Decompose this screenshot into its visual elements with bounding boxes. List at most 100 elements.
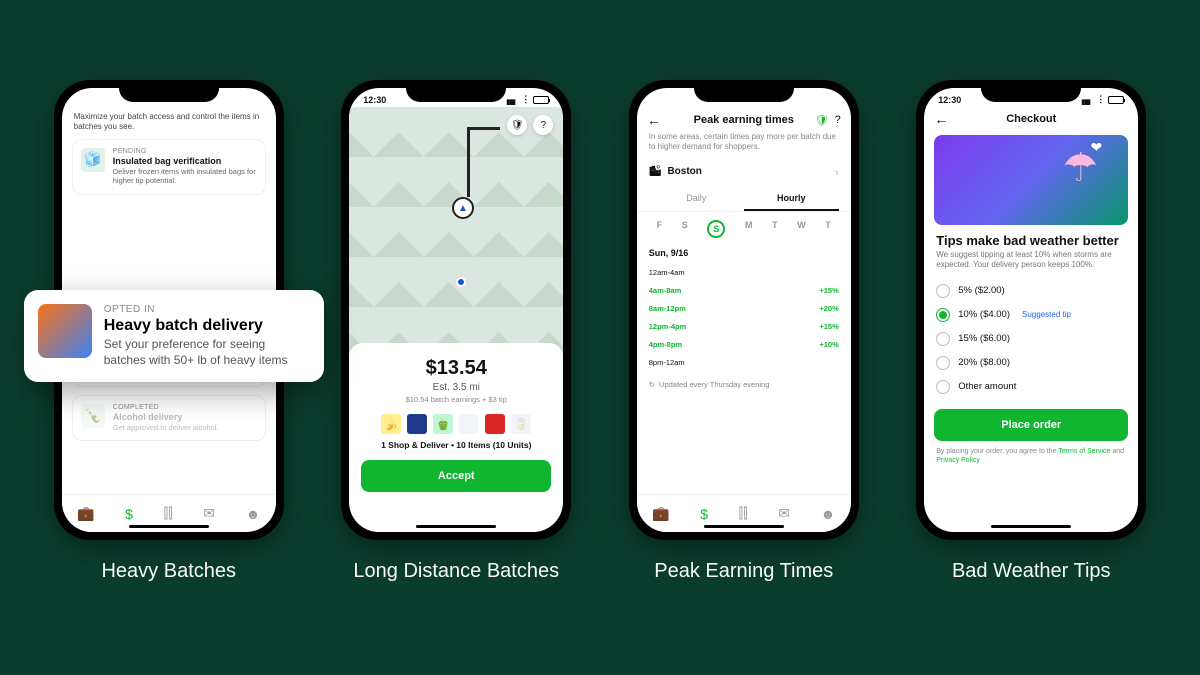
radio-icon bbox=[936, 308, 950, 322]
slots-list: 12am-4am 4am-8am +15% 8am-12pm +20% bbox=[637, 264, 851, 372]
day-f[interactable]: F bbox=[657, 220, 663, 238]
tip-label: 5% ($2.00) bbox=[958, 285, 1004, 296]
shield-icon[interactable]: 🛡 bbox=[815, 114, 829, 127]
nav-dollar-icon[interactable]: $ bbox=[125, 506, 133, 522]
floating-heavy-batch-card[interactable]: OPTED IN Heavy batch delivery Set your p… bbox=[24, 290, 324, 382]
tip-option-5[interactable]: 5% ($2.00) bbox=[924, 279, 1138, 303]
status-time: 12:30 bbox=[938, 95, 961, 105]
batch-items-row: 🍌 🫑 🥛 bbox=[359, 414, 553, 434]
tip-option-15[interactable]: 15% ($6.00) bbox=[924, 327, 1138, 351]
card-desc: Get approved to deliver alcohol. bbox=[113, 423, 219, 432]
nav-profile-icon[interactable]: ☻ bbox=[246, 506, 261, 522]
day-s[interactable]: S bbox=[682, 220, 688, 238]
slot-pct: +10% bbox=[809, 340, 839, 349]
city-icon: 🏙 bbox=[649, 166, 662, 177]
nav-mail-icon[interactable]: ✉ bbox=[778, 505, 790, 522]
day-s-selected[interactable]: S bbox=[707, 220, 725, 238]
nav-briefcase-icon[interactable]: 💼 bbox=[652, 505, 669, 522]
tip-option-20[interactable]: 20% ($8.00) bbox=[924, 351, 1138, 375]
screen-peak-earning: ← Peak earning times 🛡 ? In some areas, … bbox=[637, 88, 851, 532]
home-indicator bbox=[991, 525, 1071, 528]
card-tag: PENDING bbox=[113, 148, 257, 155]
alcohol-icon: 🍾 bbox=[81, 404, 105, 428]
wifi-icon: ⋮ bbox=[1096, 94, 1105, 105]
tip-option-other[interactable]: Other amount bbox=[924, 375, 1138, 399]
phone-label: Heavy Batches bbox=[101, 560, 236, 583]
tabs: Daily Hourly bbox=[637, 187, 851, 212]
batch-distance: Est. 3.5 mi bbox=[359, 382, 553, 393]
nav-dollar-icon[interactable]: $ bbox=[700, 506, 708, 522]
wifi-icon: ⋮ bbox=[521, 94, 530, 105]
refresh-icon: ↻ bbox=[649, 380, 655, 389]
item-thumb bbox=[407, 414, 427, 434]
day-t[interactable]: T bbox=[825, 220, 831, 238]
radio-icon bbox=[936, 356, 950, 370]
slot-row: 8am-12pm +20% bbox=[637, 300, 851, 318]
location-dot-icon bbox=[456, 277, 466, 287]
accept-button[interactable]: Accept bbox=[361, 460, 551, 492]
slot-row: 4pm-8pm +10% bbox=[637, 336, 851, 354]
help-icon[interactable]: ? bbox=[533, 115, 553, 135]
back-icon[interactable]: ← bbox=[934, 111, 948, 127]
screen-long-distance: 12:30 ⋮ 🛡 ? ▲ bbox=[349, 88, 563, 532]
back-icon[interactable]: ← bbox=[647, 112, 661, 128]
item-thumb: 🍌 bbox=[381, 414, 401, 434]
home-indicator bbox=[416, 525, 496, 528]
city-selector[interactable]: 🏙Boston › bbox=[637, 161, 851, 187]
phone-bad-weather: 12:30 ⋮ ← Checkout Tips make bad weather… bbox=[916, 80, 1146, 583]
help-icon[interactable]: ? bbox=[835, 114, 841, 127]
nav-briefcase-icon[interactable]: 💼 bbox=[77, 505, 94, 522]
phones-row: Maximize your batch access and control t… bbox=[0, 0, 1200, 583]
slot-label: 12pm-4pm bbox=[649, 322, 695, 331]
floating-tag: OPTED IN bbox=[104, 304, 310, 315]
day-t[interactable]: T bbox=[772, 220, 778, 238]
card-title: Alcohol delivery bbox=[113, 412, 219, 422]
day-w[interactable]: W bbox=[797, 220, 806, 238]
item-thumb: 🫑 bbox=[433, 414, 453, 434]
map[interactable]: 🛡 ? ▲ bbox=[349, 107, 563, 357]
tip-label: 15% ($6.00) bbox=[958, 333, 1010, 344]
header: ← Peak earning times 🛡 ? bbox=[637, 108, 851, 132]
nav-profile-icon[interactable]: ☻ bbox=[821, 506, 836, 522]
slot-row: 12pm-4pm +15% bbox=[637, 318, 851, 336]
phone-label: Peak Earning Times bbox=[654, 560, 833, 583]
tips-subtitle: We suggest tipping at least 10% when sto… bbox=[924, 248, 1138, 279]
phone-label: Long Distance Batches bbox=[353, 560, 559, 583]
phone-notch bbox=[981, 80, 1081, 102]
nav-stats-icon[interactable]: ⫿⫿ bbox=[739, 505, 748, 522]
tab-daily[interactable]: Daily bbox=[649, 187, 744, 211]
status-time: 12:30 bbox=[363, 95, 386, 105]
nav-stats-icon[interactable]: ⫿⫿ bbox=[164, 505, 173, 522]
privacy-link[interactable]: Privacy Policy bbox=[936, 457, 980, 464]
shield-icon[interactable]: 🛡 bbox=[507, 115, 527, 135]
subtitle: In some areas, certain times pay more pe… bbox=[637, 132, 851, 161]
card-insulated-bag[interactable]: 🧊 PENDING Insulated bag verification Del… bbox=[72, 139, 266, 195]
card-alcohol-delivery[interactable]: 🍾 COMPLETED Alcohol delivery Get approve… bbox=[72, 395, 266, 441]
tab-hourly[interactable]: Hourly bbox=[744, 187, 839, 211]
slot-label: 8am-12pm bbox=[649, 304, 695, 313]
tip-option-10[interactable]: 10% ($4.00) Suggested tip bbox=[924, 303, 1138, 327]
battery-icon bbox=[1108, 96, 1124, 104]
slot-pct: +15% bbox=[809, 286, 839, 295]
tos-link[interactable]: Terms of Service bbox=[1058, 448, 1110, 455]
header: ← Checkout bbox=[924, 107, 1138, 131]
signal-icon bbox=[1081, 96, 1093, 104]
card-desc: Deliver frozen items with insulated bags… bbox=[113, 167, 257, 186]
bag-icon: 🧊 bbox=[81, 148, 105, 172]
place-order-button[interactable]: Place order bbox=[934, 409, 1128, 441]
day-m[interactable]: M bbox=[745, 220, 753, 238]
slot-label: 12am-4am bbox=[649, 268, 695, 277]
phone-heavy-batches: Maximize your batch access and control t… bbox=[54, 80, 284, 583]
chevron-right-icon: › bbox=[835, 165, 839, 179]
batch-meta: 1 Shop & Deliver • 10 Items (10 Units) bbox=[359, 440, 553, 450]
nav-mail-icon[interactable]: ✉ bbox=[203, 505, 215, 522]
radio-icon bbox=[936, 332, 950, 346]
slot-row: 12am-4am bbox=[637, 264, 851, 282]
batch-sheet: $13.54 Est. 3.5 mi $10.54 batch earnings… bbox=[349, 343, 563, 504]
radio-icon bbox=[936, 380, 950, 394]
store-pin-icon[interactable]: ▲ bbox=[452, 197, 474, 219]
radio-icon bbox=[936, 284, 950, 298]
battery-icon bbox=[533, 96, 549, 104]
page-title: Checkout bbox=[1006, 113, 1056, 125]
legal-text: By placing your order, you agree to the … bbox=[924, 447, 1138, 465]
